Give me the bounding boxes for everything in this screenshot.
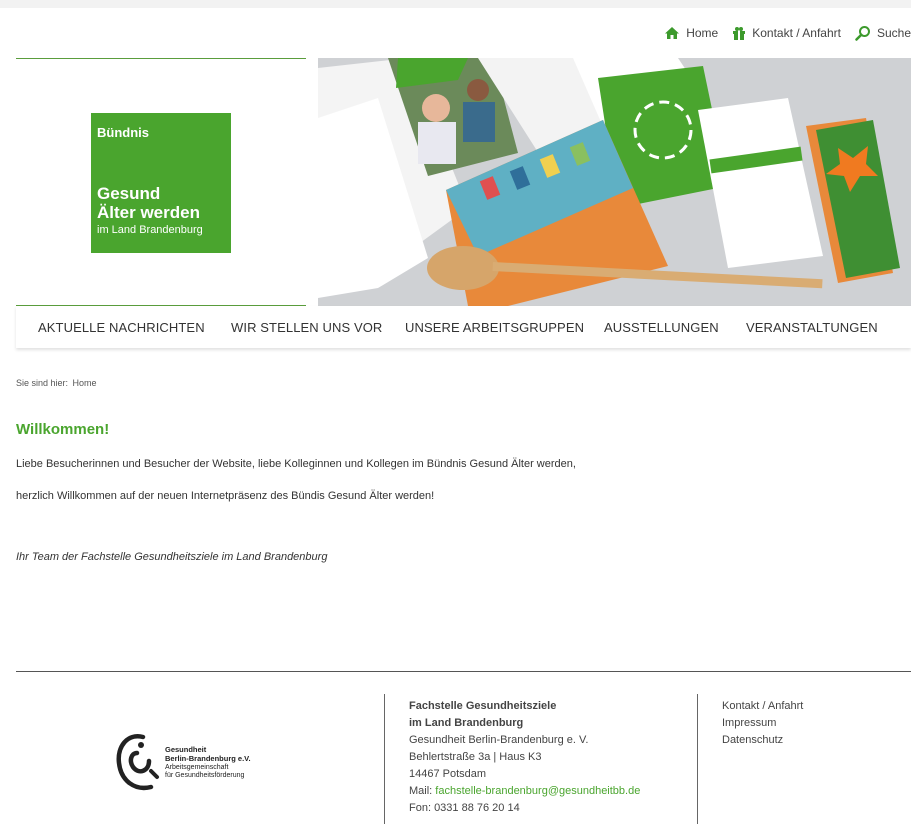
logo-line-1: Bündnis (97, 125, 149, 140)
home-link-label: Home (686, 26, 719, 40)
hero-brochures-illustration (318, 58, 911, 306)
search-link[interactable]: Suche (855, 25, 911, 41)
contact-link[interactable]: Kontakt / Anfahrt (732, 26, 841, 41)
footer-org-text: Gesundheit Berlin-Brandenburg e.V. Arbei… (165, 746, 251, 780)
search-icon (855, 26, 870, 41)
address-phone: Fon: 0331 88 76 20 14 (409, 802, 520, 814)
breadcrumb-home[interactable]: Home (73, 378, 97, 388)
footer-address: Fachstelle Gesundheitsziele im Land Bran… (409, 698, 640, 817)
logo-line-4: im Land Brandenburg (97, 224, 203, 236)
address-title-2: im Land Brandenburg (409, 717, 524, 729)
footer-column-divider-1 (384, 694, 385, 824)
logo-line-2: Gesund Älter werden (97, 184, 231, 222)
mail-label: Mail: (409, 785, 433, 797)
signature-text: Ihr Team der Fachstelle Gesundheitsziele… (16, 551, 328, 563)
nav-veranstaltungen[interactable]: VERANSTALTUNGEN (746, 320, 878, 335)
main-nav: AKTUELLE NACHRICHTEN WIR STELLEN UNS VOR… (16, 306, 911, 348)
nav-ausstellungen[interactable]: AUSSTELLUNGEN (604, 320, 719, 335)
footer-links: Kontakt / Anfahrt Impressum Datenschutz (722, 698, 803, 749)
page-title: Willkommen! (16, 421, 110, 438)
address-org: Gesundheit Berlin-Brandenburg e. V. (409, 734, 589, 746)
address-title-1: Fachstelle Gesundheitsziele (409, 700, 557, 712)
gesundheit-bb-logo-icon (116, 734, 159, 791)
mail-link[interactable]: fachstelle-brandenburg@gesundheitbb.de (435, 785, 640, 797)
org-name-2: Berlin-Brandenburg e.V. (165, 754, 251, 763)
breadcrumb-prefix: Sie sind hier: (16, 378, 69, 388)
footer-column-divider-2 (697, 694, 698, 824)
logo-area: Bündnis Gesund Älter werden im Land Brand… (16, 58, 306, 306)
top-utility-bar: Home Kontakt / Anfahrt Suche (650, 24, 911, 42)
footer-org-logo[interactable]: Gesundheit Berlin-Brandenburg e.V. Arbei… (113, 731, 251, 795)
nav-unsere-arbeitsgruppen[interactable]: UNSERE ARBEITSGRUPPEN (405, 320, 584, 335)
welcome-paragraph-2: herzlich Willkommen auf der neuen Intern… (16, 490, 435, 502)
logo-aelter: Älter werden (97, 203, 200, 222)
contact-link-label: Kontakt / Anfahrt (752, 26, 841, 40)
footer-link-impressum[interactable]: Impressum (722, 715, 803, 732)
welcome-paragraph-1: Liebe Besucherinnen und Besucher der Web… (16, 458, 576, 470)
header: Bündnis Gesund Älter werden im Land Brand… (16, 58, 911, 306)
nav-wir-stellen-uns-vor[interactable]: WIR STELLEN UNS VOR (231, 320, 382, 335)
home-link[interactable]: Home (664, 26, 718, 40)
logo-gesund: Gesund (97, 184, 161, 203)
address-city: 14467 Potsdam (409, 768, 487, 780)
breadcrumb: Sie sind hier: Home (16, 378, 99, 388)
address-street: Behlertstraße 3a | Haus K3 (409, 751, 542, 763)
address-mail-row: Mail: fachstelle-brandenburg@gesundheitb… (409, 783, 640, 800)
site-logo[interactable]: Bündnis Gesund Älter werden im Land Brand… (91, 113, 231, 253)
footer-link-kontakt[interactable]: Kontakt / Anfahrt (722, 698, 803, 715)
page: Home Kontakt / Anfahrt Suche Bündnis Ges… (0, 8, 911, 839)
footer-link-datenschutz[interactable]: Datenschutz (722, 732, 803, 749)
org-sub-2: für Gesundheitsförderung (165, 772, 245, 779)
org-sub-1: Arbeitsgemeinschaft (165, 764, 229, 771)
hero-image (318, 58, 911, 306)
org-name-1: Gesundheit (165, 745, 207, 754)
gift-icon (733, 26, 746, 40)
footer-divider (16, 671, 911, 672)
search-link-label: Suche (876, 26, 911, 40)
nav-aktuelle-nachrichten[interactable]: AKTUELLE NACHRICHTEN (38, 320, 205, 335)
home-icon (665, 27, 680, 39)
